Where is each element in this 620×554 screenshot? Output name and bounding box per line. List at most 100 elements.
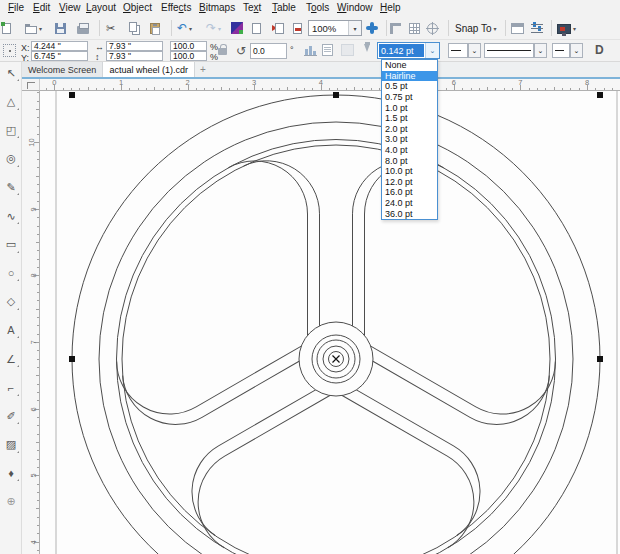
dimension-tool[interactable]: ∠	[0, 348, 22, 370]
selection-handle[interactable]	[69, 92, 75, 98]
full-screen-preview-button[interactable]	[366, 18, 378, 38]
menu-file[interactable]: File	[8, 2, 24, 13]
line-style-picker[interactable]	[484, 43, 534, 58]
new-document-button[interactable]	[2, 18, 11, 38]
object-width-icon: ↔	[95, 42, 104, 52]
selection-center-mark	[333, 356, 340, 363]
selection-handle[interactable]	[333, 92, 339, 98]
artistic-media-tool[interactable]: ∿	[0, 205, 22, 227]
wheel-drawing[interactable]	[40, 91, 620, 554]
zoom-tool[interactable]: ◎	[0, 148, 22, 170]
outline-width-option-1.0-pt[interactable]: 1.0 pt	[382, 102, 437, 113]
menu-view[interactable]: View	[59, 2, 81, 13]
show-rulers-button[interactable]	[390, 18, 401, 38]
outline-width-option-16.0-pt[interactable]: 16.0 pt	[382, 187, 437, 198]
cut-button[interactable]: ✂	[106, 18, 115, 38]
rectangle-tool[interactable]: ▭	[0, 234, 22, 256]
arrowhead-start-caret[interactable]: ⌄	[468, 43, 481, 58]
show-guidelines-button[interactable]	[427, 18, 438, 38]
y-position-field[interactable]: 6.745 "	[31, 51, 88, 61]
freehand-tool[interactable]: ✎	[0, 176, 22, 198]
width-field[interactable]: 7.93 "	[106, 41, 163, 51]
line-style-caret[interactable]: ⌄	[534, 43, 547, 58]
more-tools-button[interactable]: ⊕	[0, 490, 22, 512]
snap-to-button[interactable]: Snap To▾	[455, 18, 497, 38]
options-button[interactable]	[531, 18, 543, 38]
selection-handle[interactable]	[597, 92, 603, 98]
outline-width-option-10.0-pt[interactable]: 10.0 pt	[382, 166, 437, 177]
rotation-field[interactable]: 0.0	[250, 43, 287, 59]
menu-edit[interactable]: Edit	[33, 2, 50, 13]
horizontal-ruler[interactable]: 012345678	[40, 79, 620, 91]
ellipse-tool[interactable]: ○	[0, 262, 22, 284]
outline-width-option-2.0-pt[interactable]: 2.0 pt	[382, 124, 437, 135]
mirror-vertical-button[interactable]	[322, 44, 333, 56]
menu-tools[interactable]: Tools	[306, 2, 329, 13]
scale-x-field[interactable]: 100.0	[170, 41, 207, 51]
export-button[interactable]	[272, 18, 284, 38]
menu-text[interactable]: Text	[243, 2, 261, 13]
application-monitor-button[interactable]: ▾	[557, 18, 576, 38]
mirror-d-icon[interactable]: D	[595, 43, 604, 57]
arrowhead-start-picker[interactable]	[448, 43, 468, 58]
selection-handle[interactable]	[69, 356, 75, 362]
menu-help[interactable]: Help	[380, 2, 401, 13]
menu-effects[interactable]: Effects	[161, 2, 191, 13]
x-position-field[interactable]: 4.244 "	[31, 41, 88, 51]
outline-width-option-8.0-pt[interactable]: 8.0 pt	[382, 155, 437, 166]
outline-width-option-none[interactable]: None	[382, 60, 437, 71]
save-button[interactable]	[55, 18, 66, 38]
outline-pen-tool[interactable]: ♦	[0, 462, 22, 484]
outline-width-option-0.5-pt[interactable]: 0.5 pt	[382, 81, 437, 92]
outline-width-option-4.0-pt[interactable]: 4.0 pt	[382, 145, 437, 156]
zoom-level-combo[interactable]: 100%▾	[308, 20, 362, 36]
scale-y-field[interactable]: 100.0	[170, 51, 207, 61]
ruler-origin-corner[interactable]	[22, 79, 40, 91]
outline-width-option-36.0-pt[interactable]: 36.0 pt	[382, 208, 437, 219]
menu-bitmaps[interactable]: Bitmaps	[199, 2, 235, 13]
window-docker-button[interactable]	[511, 18, 524, 38]
pick-tool[interactable]: ↖	[0, 62, 22, 84]
undo-button[interactable]: ↶▾	[177, 18, 192, 38]
redo-button[interactable]: ↷▾	[206, 18, 221, 38]
import-button[interactable]	[252, 18, 258, 38]
outline-width-option-12.0-pt[interactable]: 12.0 pt	[382, 177, 437, 188]
arrowhead-end-caret[interactable]: ⌄	[570, 43, 583, 58]
new-tab-button[interactable]: +	[195, 62, 211, 77]
smart-fill-tool[interactable]: ▨	[0, 434, 22, 456]
menu-window[interactable]: Window	[337, 2, 373, 13]
eyedropper-tool[interactable]: ✐	[0, 405, 22, 427]
menu-object[interactable]: Object	[123, 2, 152, 13]
mirror-horizontal-button[interactable]	[304, 44, 317, 56]
tab-welcome-screen[interactable]: Welcome Screen	[22, 62, 103, 77]
polygon-tool[interactable]: ◇	[0, 291, 22, 313]
outline-width-option-3.0-pt[interactable]: 3.0 pt	[382, 134, 437, 145]
selection-handle[interactable]	[597, 356, 603, 362]
outline-width-combo[interactable]: 0.142 pt⌄	[377, 42, 440, 59]
outline-width-option-hairline[interactable]: Hairline	[382, 71, 437, 82]
crop-tool[interactable]: ◰	[0, 119, 22, 141]
paste-button[interactable]	[150, 18, 160, 38]
menu-layout[interactable]: Layout	[86, 2, 116, 13]
publish-pdf-button[interactable]	[293, 18, 302, 38]
shape-tool[interactable]: △	[0, 91, 22, 113]
arrowhead-end-picker[interactable]	[552, 43, 570, 58]
copy-button[interactable]	[129, 18, 140, 38]
lock-ratio-button[interactable]	[218, 48, 227, 55]
menu-bar: File Edit View Layout Object Effects Bitmaps Te…	[0, 0, 620, 17]
outline-width-option-1.5-pt[interactable]: 1.5 pt	[382, 113, 437, 124]
vertical-ruler[interactable]: 10987654	[22, 91, 40, 554]
outline-width-option-24.0-pt[interactable]: 24.0 pt	[382, 198, 437, 209]
application-launcher-button[interactable]	[231, 18, 243, 38]
show-grid-button[interactable]	[409, 18, 420, 38]
print-button[interactable]	[77, 18, 89, 38]
open-button[interactable]: ▾	[25, 18, 42, 38]
drawing-canvas[interactable]	[40, 91, 620, 554]
connector-tool[interactable]: ⌐	[0, 377, 22, 399]
height-field[interactable]: 7.93 "	[106, 51, 163, 61]
menu-table[interactable]: Table	[272, 2, 296, 13]
text-tool[interactable]: A	[0, 319, 22, 341]
tab-actual-wheel-1-cdr[interactable]: actual wheel (1).cdr	[103, 62, 195, 77]
outline-width-option-0.75-pt[interactable]: 0.75 pt	[382, 92, 437, 103]
wrap-text-button[interactable]	[341, 44, 354, 56]
